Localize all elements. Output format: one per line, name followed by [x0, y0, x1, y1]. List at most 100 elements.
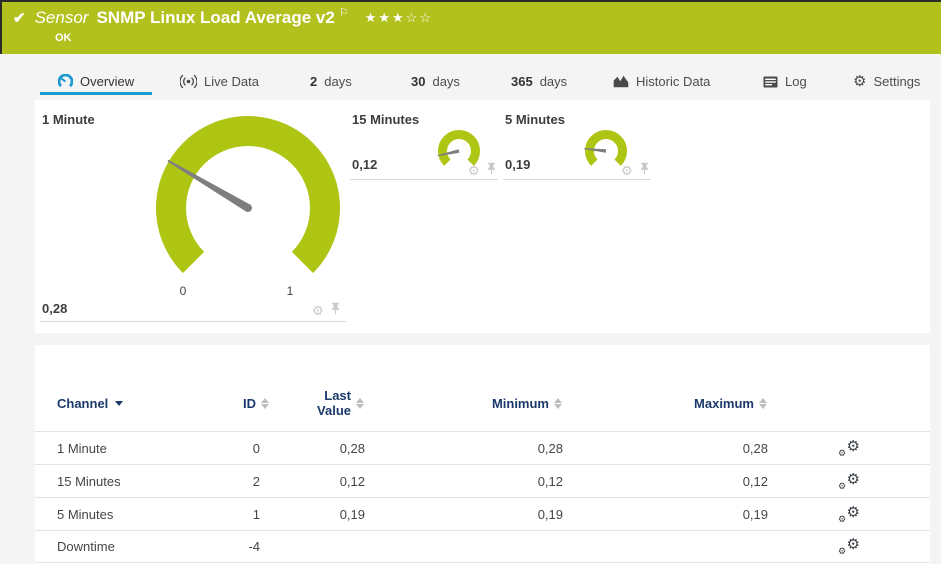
channel-gear-icon[interactable]: ⚙ — [312, 304, 324, 317]
gauge-value-1-minute: 0,28 — [42, 301, 68, 316]
channel-settings-button[interactable]: ⚙ ⚙ — [838, 503, 860, 524]
tab-label: Historic Data — [636, 74, 711, 89]
gear-icon: ⚙ — [846, 437, 860, 455]
active-tab-underline — [40, 92, 152, 95]
cell-maximum: 0,28 — [742, 440, 768, 456]
cell-id: -4 — [248, 539, 260, 554]
status-badge: OK — [55, 32, 72, 44]
broadcast-icon — [180, 74, 197, 89]
cell-channel: Downtime — [57, 539, 115, 554]
tab-number: 2 — [310, 74, 318, 89]
tab-365-days[interactable]: 365 days — [511, 74, 567, 89]
gear-icon: ⚙ — [846, 536, 860, 553]
flag-icon: ⚐ — [338, 6, 349, 19]
sort-icon — [759, 397, 768, 410]
gear-icon: ⚙ — [846, 503, 860, 521]
tab-label: days — [324, 74, 352, 89]
cell-minimum: 0,28 — [537, 440, 563, 456]
column-header-last-value[interactable]: Last Value — [270, 388, 365, 418]
tab-label: Log — [785, 74, 807, 89]
cell-channel: 5 Minutes — [57, 506, 114, 522]
column-label: Channel — [57, 395, 109, 411]
gear-icon: ⚙ — [838, 480, 847, 491]
tab-label: days — [539, 74, 568, 89]
gear-icon: ⚙ — [838, 513, 847, 524]
cell-maximum: 0,19 — [742, 506, 768, 522]
column-label: Last Value — [317, 388, 351, 418]
gear-icon: ⚙ — [838, 546, 847, 556]
pin-icon[interactable] — [639, 162, 650, 178]
sort-icon — [356, 397, 365, 410]
cell-id: 2 — [252, 473, 260, 489]
priority-stars[interactable]: ★★★☆☆ — [365, 10, 433, 26]
channel-settings-button[interactable]: ⚙ ⚙ — [838, 470, 860, 491]
table-row-1-minute: 1 Minute 0 0,28 0,28 0,28 ⚙ ⚙ — [35, 431, 930, 464]
cell-minimum: 0,12 — [537, 473, 563, 489]
sort-icon — [554, 397, 563, 410]
gauge-value-5-minutes: 0,19 — [505, 157, 531, 172]
sensor-status-header: ✔ Sensor SNMP Linux Load Average v2 ⚐ ★★… — [0, 0, 941, 54]
gauges-panel: 1 Minute 0 1 0,28 ⚙ 15 Minutes 0,12 ⚙ 5 … — [35, 100, 930, 333]
cell-maximum: 0,12 — [742, 473, 768, 489]
cell-channel: 15 Minutes — [57, 473, 121, 489]
gear-icon: ⚙ — [853, 73, 867, 90]
tab-label: Overview — [80, 74, 135, 89]
tab-overview[interactable]: Overview — [58, 74, 134, 89]
tab-label: Live Data — [204, 74, 259, 89]
pin-icon[interactable] — [486, 162, 497, 178]
column-label: Maximum — [694, 395, 754, 411]
tab-label: days — [432, 74, 460, 89]
tab-number: 30 — [411, 74, 426, 89]
gauge-title-5-minutes: 5 Minutes — [505, 112, 565, 127]
tab-settings[interactable]: ⚙ Settings — [853, 74, 920, 89]
gauge-scale-max: 1 — [286, 284, 294, 298]
gauge-value-15-minutes: 0,12 — [352, 157, 378, 172]
cell-minimum: 0,19 — [537, 506, 563, 522]
column-header-maximum[interactable]: Maximum — [563, 396, 768, 411]
cell-id: 0 — [252, 440, 260, 456]
tab-live-data[interactable]: Live Data — [180, 74, 259, 89]
tab-log[interactable]: Log — [763, 74, 807, 89]
log-list-icon — [763, 76, 778, 88]
tab-number: 365 — [511, 74, 533, 89]
sort-icon — [261, 397, 270, 410]
gauge-title-15-minutes: 15 Minutes — [352, 112, 420, 127]
tab-30-days[interactable]: 30 days — [411, 74, 460, 89]
table-row-downtime: Downtime -4 ⚙ ⚙ — [35, 530, 930, 563]
tab-label: Settings — [873, 74, 921, 89]
object-type-label: Sensor — [34, 8, 89, 27]
channel-settings-button[interactable]: ⚙ ⚙ — [838, 536, 860, 556]
column-header-id[interactable]: ID — [205, 396, 270, 411]
tile-divider — [40, 321, 346, 322]
column-header-minimum[interactable]: Minimum — [365, 396, 563, 411]
tile-divider — [503, 179, 651, 180]
cell-id: 1 — [252, 506, 260, 522]
gear-icon: ⚙ — [846, 470, 860, 488]
sort-desc-icon — [115, 400, 124, 406]
table-row-15-minutes: 15 Minutes 2 0,12 0,12 0,12 ⚙ ⚙ — [35, 464, 930, 497]
tab-historic-data[interactable]: Historic Data — [613, 74, 710, 89]
tile-divider — [350, 179, 498, 180]
channel-settings-button[interactable]: ⚙ ⚙ — [838, 437, 860, 458]
cell-last-value: 0,28 — [339, 440, 365, 456]
cell-last-value: 0,12 — [339, 473, 365, 489]
channel-table-header: Channel ID Last Value Minimum Maximum — [35, 345, 930, 431]
tab-2-days[interactable]: 2 days — [310, 74, 352, 89]
ok-check-icon: ✔ — [13, 10, 26, 27]
gear-icon: ⚙ — [838, 447, 847, 458]
channel-gear-icon[interactable]: ⚙ — [621, 164, 633, 177]
gauge-title-1-minute: 1 Minute — [42, 112, 95, 127]
gauge-1-minute — [156, 116, 340, 274]
sensor-title: SNMP Linux Load Average v2 — [96, 8, 335, 27]
cell-last-value: 0,19 — [339, 506, 365, 522]
table-row-5-minutes: 5 Minutes 1 0,19 0,19 0,19 ⚙ ⚙ — [35, 497, 930, 530]
channel-gear-icon[interactable]: ⚙ — [468, 164, 480, 177]
column-header-channel[interactable]: Channel — [35, 396, 205, 411]
pin-icon[interactable] — [330, 302, 341, 318]
column-label: ID — [243, 395, 256, 411]
cell-channel: 1 Minute — [57, 440, 107, 456]
channel-table-panel: Channel ID Last Value Minimum Maximum 1 … — [35, 345, 930, 564]
gauge-scale-min: 0 — [179, 284, 187, 298]
column-label: Minimum — [491, 395, 549, 411]
gauge-icon — [58, 74, 73, 89]
